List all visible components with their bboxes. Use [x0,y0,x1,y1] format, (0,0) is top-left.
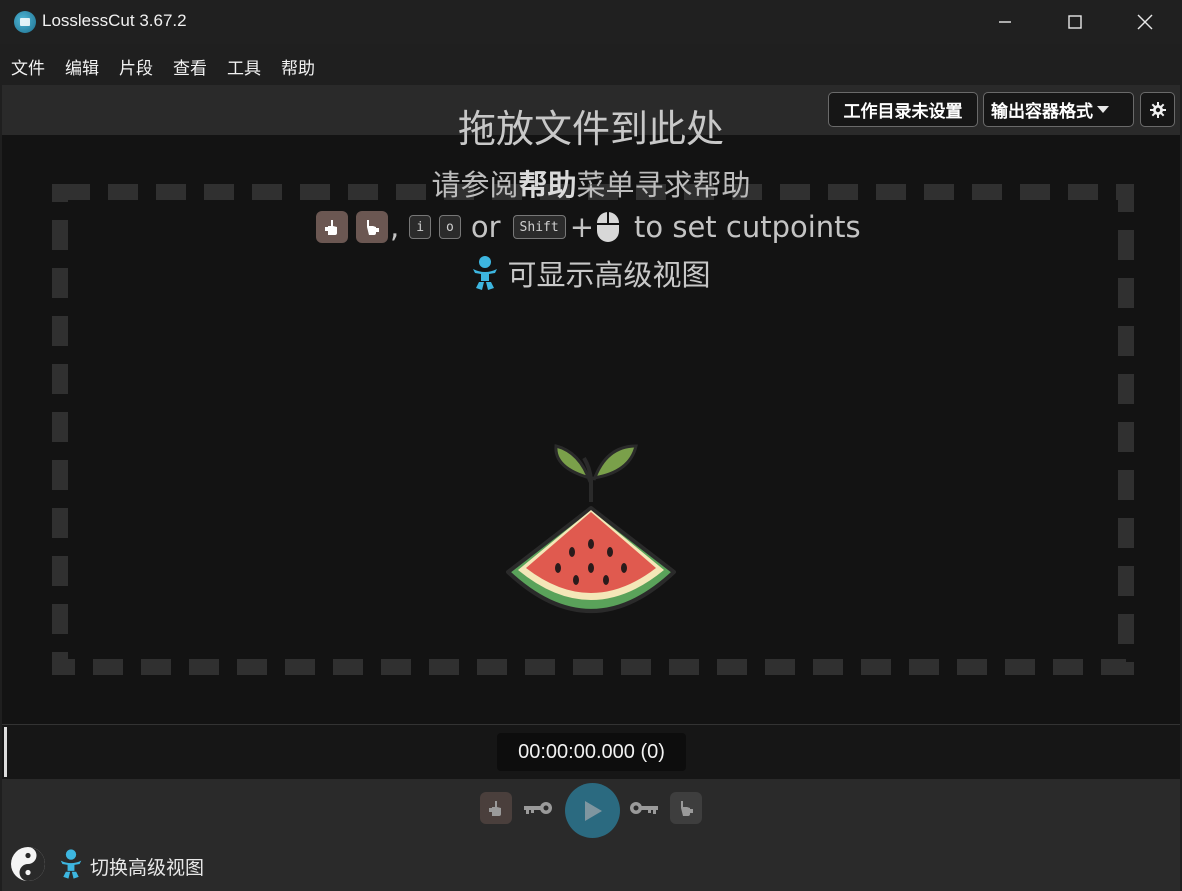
help-hint-prefix: 请参阅 [431,168,519,202]
playhead[interactable] [4,727,7,777]
toggle-advanced-view-label[interactable]: 切换高级视图 [90,853,204,880]
menu-file[interactable]: 文件 [11,54,45,79]
minimize-icon [999,21,1011,23]
menu-tools[interactable]: 工具 [227,54,261,79]
key-shift: Shift [512,215,566,239]
set-cut-start-button[interactable] [480,792,512,824]
yin-yang-icon [11,847,45,881]
advanced-view-toggle-icon-wrap[interactable] [58,847,84,881]
minimize-button[interactable] [970,0,1040,44]
maximize-button[interactable] [1040,0,1110,44]
help-hint-suffix: 菜单寻求帮助 [576,168,751,202]
cutpoints-text: to set cutpoints [634,210,861,244]
app-logo-icon [14,11,36,33]
menu-view[interactable]: 查看 [173,54,207,79]
advanced-view-text: 可显示高级视图 [507,258,711,292]
set-cut-end-button[interactable] [670,792,702,824]
help-hint-bold: 帮助 [518,168,577,202]
plus-text: + [569,210,594,244]
key-icon [630,802,658,814]
theme-toggle-button[interactable] [10,846,46,882]
menu-bar: 文件 编辑 片段 查看 工具 帮助 [0,44,1182,85]
key-o: o [439,215,461,239]
help-hint: 请参阅帮助菜单寻求帮助 [0,162,1182,204]
cutpoints-hint: , i o or Shift + to set cutpoints [316,207,861,247]
watermelon-logo-icon [506,444,676,613]
drop-files-title: 拖放文件到此处 [457,107,724,151]
menu-segments[interactable]: 片段 [119,54,153,79]
maximize-icon [1068,15,1082,29]
set-cut-end-hand-icon [356,211,388,243]
or-text: or [470,210,501,244]
window-title: LosslessCut 3.67.2 [42,11,187,30]
baby-icon [60,849,82,879]
close-button[interactable] [1110,0,1180,44]
app-window: LosslessCut 3.67.2 文件 编辑 片段 查看 工具 帮助 工作目… [0,0,1182,891]
jump-cut-end-button[interactable] [628,793,660,823]
menu-help[interactable]: 帮助 [281,54,315,79]
close-icon [1137,14,1153,30]
timecode-display[interactable]: 00:00:00.000 (0) [497,733,686,771]
key-icon [524,802,552,814]
title-bar: LosslessCut 3.67.2 [0,0,1182,44]
play-button[interactable] [565,783,620,838]
menu-edit[interactable]: 编辑 [65,54,99,79]
mouse-icon [597,212,619,242]
key-i: i [409,215,432,239]
baby-icon [473,256,498,290]
hand-pointer-icon [681,801,693,816]
set-cut-start-hand-icon [316,211,348,243]
play-icon [584,800,602,821]
advanced-view-hint: 可显示高级视图 [0,252,1182,294]
hand-pointer-icon [489,801,501,816]
jump-cut-start-button[interactable] [522,793,554,823]
